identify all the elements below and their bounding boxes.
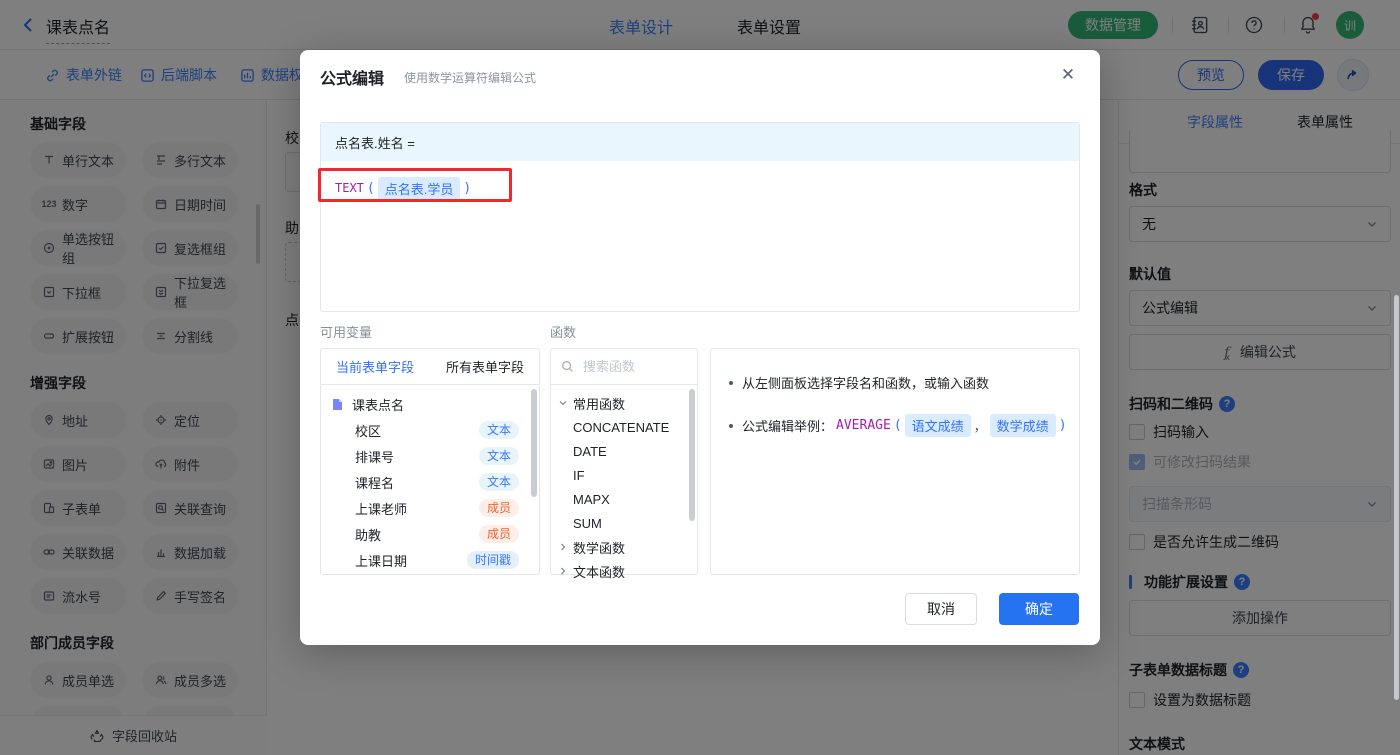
example-field-chip: 数学成绩 <box>989 414 1056 437</box>
right-panel-scrollbar[interactable] <box>1394 295 1399 700</box>
caret-right-icon <box>558 566 568 576</box>
variable-row[interactable]: 课程名 文本 <box>321 469 539 495</box>
variables-tabs: 当前表单字段 所有表单字段 <box>321 349 539 385</box>
help-tip-1: 从左侧面板选择字段名和函数，或输入函数 <box>729 373 1067 392</box>
search-icon <box>562 361 573 372</box>
tab-all-form-fields[interactable]: 所有表单字段 <box>446 357 524 376</box>
type-badge: 文本 <box>478 447 519 465</box>
help-tip-2: 公式编辑举例： AVERAGE ( 语文成绩 ， 数学成绩 ) <box>729 414 1067 437</box>
function-group-common[interactable]: 常用函数 <box>551 391 697 415</box>
confirm-button[interactable]: 确定 <box>999 593 1079 625</box>
modal-header: 公式编辑 使用数学运算符编辑公式 ✕ <box>300 50 1100 100</box>
function-item[interactable]: DATE <box>551 439 697 463</box>
formula-function-name: TEXT <box>335 181 364 195</box>
type-badge: 时间戳 <box>466 551 519 569</box>
function-search[interactable] <box>551 349 697 385</box>
function-group-text[interactable]: 文本函数 <box>551 559 697 583</box>
modal-title: 公式编辑 <box>320 71 385 88</box>
type-badge: 文本 <box>478 421 519 439</box>
caret-down-icon <box>558 398 568 408</box>
functions-panel: 常用函数 CONCATENATE DATE IF MAPX SUM 数学函数 文… <box>550 348 698 580</box>
variables-scrollbar[interactable] <box>531 389 537 497</box>
formula-editor-modal: 公式编辑 使用数学运算符编辑公式 ✕ 点名表.姓名 = TEXT ( 点名表.学… <box>300 50 1100 645</box>
variables-panel: 当前表单字段 所有表单字段 课表点名 校区 文本 排课号 文本 课程名 文本 上课老师… <box>320 348 540 575</box>
tab-current-form-fields[interactable]: 当前表单字段 <box>336 357 414 376</box>
functions-label: 函数 <box>550 325 577 340</box>
variables-label: 可用变量 <box>320 325 373 340</box>
type-badge: 成员 <box>478 499 519 517</box>
function-item[interactable]: CONCATENATE <box>551 415 697 439</box>
function-item[interactable]: SUM <box>551 511 697 535</box>
functions-scrollbar[interactable] <box>689 389 695 521</box>
cancel-button[interactable]: 取消 <box>905 593 977 625</box>
field-chip[interactable]: 点名表.学员 <box>377 176 461 200</box>
formula-expression[interactable]: TEXT ( 点名表.学员 ) <box>335 175 471 201</box>
doc-icon <box>331 398 344 411</box>
variable-row[interactable]: 助教 成员 <box>321 521 539 547</box>
formula-editor-box[interactable]: 点名表.姓名 = TEXT ( 点名表.学员 ) <box>320 122 1080 312</box>
type-badge: 成员 <box>478 525 519 543</box>
variable-row[interactable]: 上课老师 成员 <box>321 495 539 521</box>
function-item[interactable]: IF <box>551 463 697 487</box>
modal-subtitle: 使用数学运算符编辑公式 <box>404 71 537 85</box>
formula-target: 点名表.姓名 = <box>321 123 1079 161</box>
variable-row[interactable]: 上课日期 时间戳 <box>321 547 539 573</box>
function-group-math[interactable]: 数学函数 <box>551 535 697 559</box>
tree-root-form[interactable]: 课表点名 <box>321 391 539 417</box>
close-icon[interactable]: ✕ <box>1058 65 1078 85</box>
function-search-input[interactable] <box>581 358 685 375</box>
example-function-name: AVERAGE <box>836 418 891 433</box>
example-field-chip: 语文成绩 <box>904 414 971 437</box>
function-item[interactable]: MAPX <box>551 487 697 511</box>
variable-row[interactable]: 校区 文本 <box>321 417 539 443</box>
type-badge: 文本 <box>478 473 519 491</box>
help-panel: 从左侧面板选择字段名和函数，或输入函数 公式编辑举例： AVERAGE ( 语文… <box>710 348 1080 575</box>
variable-row[interactable]: 排课号 文本 <box>321 443 539 469</box>
caret-right-icon <box>558 542 568 552</box>
